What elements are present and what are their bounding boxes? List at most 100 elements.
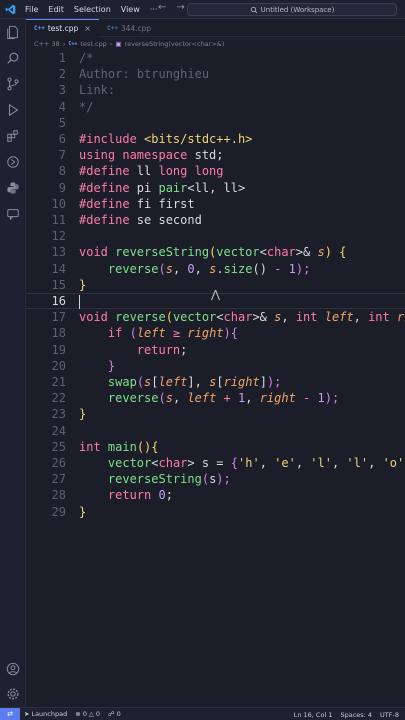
code-line[interactable]: 19 return;	[26, 342, 405, 358]
account-icon[interactable]	[6, 662, 20, 676]
chevron-right-icon: ›	[109, 40, 113, 48]
code-token: se	[136, 213, 159, 228]
line-number: 16	[51, 294, 66, 309]
indentation[interactable]: Spaces: 4	[336, 711, 376, 719]
run-debug-icon[interactable]	[6, 103, 20, 117]
cursor-position[interactable]: Ln 16, Col 1	[290, 711, 337, 719]
line-number: 7	[58, 148, 66, 163]
code-token: return	[136, 342, 181, 357]
code-line[interactable]: 27 reverseString(s);	[26, 471, 405, 487]
code-line[interactable]: 6 #include <bits/stdc++.h>	[26, 131, 405, 147]
tab-test-cpp[interactable]: C++ test.cpp ×	[26, 19, 99, 37]
ports-indicator[interactable]: ☍ 0	[104, 710, 125, 718]
line-number: 27	[51, 472, 66, 487]
code-line[interactable]: 9 #define pi pair<ll, ll>	[26, 180, 405, 196]
remote-explorer-icon[interactable]	[6, 155, 20, 169]
code-token: long long	[158, 164, 224, 179]
python-icon[interactable]	[6, 181, 20, 195]
tab-label: test.cpp	[47, 24, 79, 33]
code-line[interactable]: 2 Author: btrunghieu	[26, 66, 405, 82]
code-token: char	[158, 456, 188, 471]
code-token: std	[194, 148, 217, 163]
code-token: Link:	[79, 83, 116, 98]
code-token: ()	[136, 439, 152, 454]
code-token: 1	[288, 261, 296, 276]
code-token: left	[187, 391, 217, 406]
code-line[interactable]: 5	[26, 115, 405, 131]
code-token: }	[79, 277, 87, 292]
code-line[interactable]: 10 #define fi first	[26, 196, 405, 212]
menu-edit[interactable]: Edit	[43, 5, 69, 14]
menu-view[interactable]: View	[116, 5, 145, 14]
code-text: /*	[79, 51, 93, 65]
code-line[interactable]: 8 #define ll long long	[26, 163, 405, 179]
code-line[interactable]: 20 }	[26, 358, 405, 374]
code-token: 0	[158, 488, 166, 503]
code-line[interactable]: 28 return 0;	[26, 487, 405, 503]
remote-indicator-icon[interactable]: ⇄	[0, 707, 20, 720]
code-token: vector	[107, 456, 152, 471]
code-token: .	[216, 261, 224, 276]
code-line[interactable]: 14 reverse(s, 0, s.size() - 1);	[26, 261, 405, 277]
rocket-icon: ➤	[24, 710, 30, 718]
code-token: second	[158, 213, 202, 228]
code-line[interactable]: 22 reverse(s, left + 1, right - 1);	[26, 390, 405, 406]
arrow-left-icon[interactable]: ←	[158, 2, 166, 13]
code-token: <	[259, 245, 267, 260]
status-bar: ⇄ ➤ Launchpad ⊗ 0 △ 0 ☍ 0 Ln 16, Col 1 S…	[0, 707, 405, 720]
ports-count: 0	[116, 710, 121, 718]
code-line[interactable]: 25 int main(){	[26, 439, 405, 455]
command-center-search[interactable]: Untitled (Workspace)	[187, 3, 397, 16]
code-line[interactable]: 11 #define se second	[26, 212, 405, 228]
launchpad-button[interactable]: ➤ Launchpad	[20, 710, 71, 718]
code-line[interactable]: 24	[26, 423, 405, 439]
code-token: int	[79, 439, 108, 454]
code-text: int main(){	[79, 440, 159, 454]
code-token: ;	[165, 488, 173, 503]
code-editor[interactable]: 1 /* 2 Author: btrunghieu 3 Link: 4 */ 5 6 #includ…	[26, 50, 405, 707]
code-token: size	[223, 261, 253, 276]
breadcrumb-symbol[interactable]: reverseString(vector<char>&)	[125, 40, 225, 48]
code-line[interactable]: 26 vector<char> s = {'h', 'e', 'l', 'l',…	[26, 455, 405, 471]
code-token: -	[266, 261, 289, 276]
tab-344-cpp[interactable]: C++ 344.cpp	[99, 19, 159, 37]
code-token: {	[230, 456, 238, 471]
chat-icon[interactable]	[6, 207, 20, 221]
code-token: 1	[317, 391, 325, 406]
encoding[interactable]: UTF-8	[376, 711, 403, 719]
code-line[interactable]: 13 void reverseString(vector<char>& s) {	[26, 244, 405, 260]
menu-file[interactable]: File	[20, 5, 43, 14]
code-token: left	[136, 326, 166, 341]
code-line[interactable]: 21 swap(s[left], s[right]);	[26, 374, 405, 390]
line-number: 18	[51, 326, 66, 341]
code-token: {	[151, 439, 159, 454]
code-line[interactable]: 4 */	[26, 99, 405, 115]
code-line[interactable]: 17 void reverse(vector<char>& s, int left…	[26, 309, 405, 325]
problems-indicator[interactable]: ⊗ 0 △ 0	[71, 710, 104, 718]
code-line[interactable]: 7 using namespace std;	[26, 147, 405, 163]
close-icon[interactable]: ×	[84, 24, 91, 33]
source-control-icon[interactable]	[6, 77, 20, 91]
vscode-logo-icon	[0, 0, 20, 19]
breadcrumb-file[interactable]: test.cpp	[80, 40, 106, 48]
line-number: 10	[51, 196, 66, 211]
extensions-icon[interactable]	[6, 129, 20, 143]
gear-icon[interactable]	[6, 687, 20, 701]
code-line[interactable]: 29}	[26, 504, 405, 520]
arrow-right-icon[interactable]: →	[176, 2, 184, 13]
code-token: ;	[216, 148, 224, 163]
breadcrumb-folder[interactable]: C++ 38	[34, 40, 60, 48]
code-line[interactable]: 1 /*	[26, 50, 405, 66]
line-number: 20	[51, 358, 66, 373]
code-line[interactable]: 18 if (left ≥ right){	[26, 325, 405, 341]
code-line[interactable]: 23}	[26, 406, 405, 422]
code-token: left	[324, 310, 354, 325]
code-token: 'l'	[346, 456, 369, 471]
code-line[interactable]: 12	[26, 228, 405, 244]
code-line[interactable]: 3 Link:	[26, 82, 405, 98]
search-icon[interactable]	[6, 51, 20, 65]
menu-selection[interactable]: Selection	[69, 5, 116, 14]
explorer-icon[interactable]	[6, 25, 20, 39]
code-token: )	[324, 245, 340, 260]
